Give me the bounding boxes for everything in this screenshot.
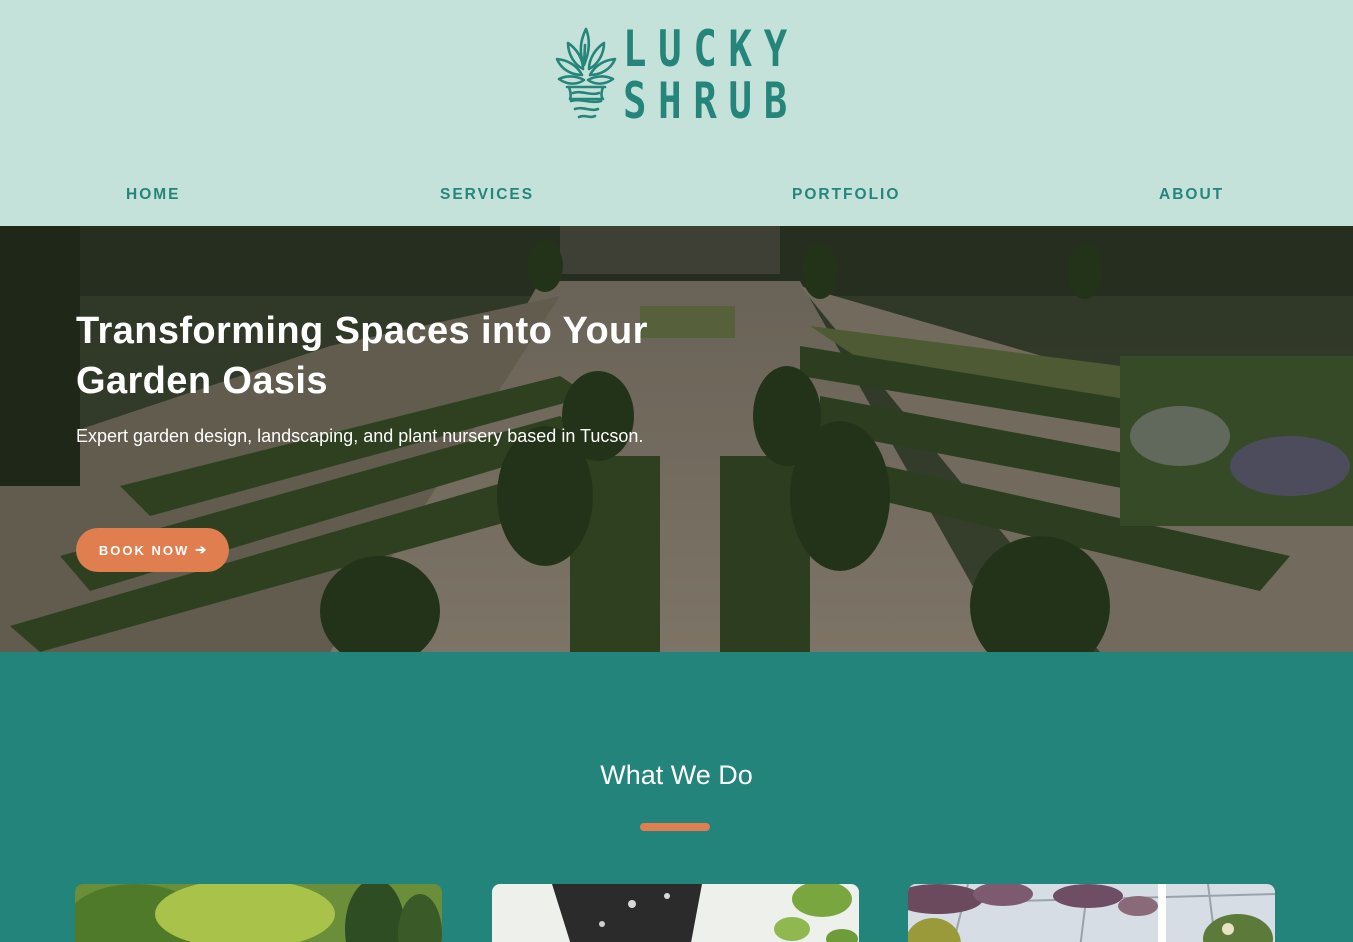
brand-name-line1: LUCKY (623, 20, 799, 78)
potted-plant-photo (492, 884, 859, 942)
nav-portfolio[interactable]: PORTFOLIO (792, 178, 900, 212)
brand-name-line2: SHRUB (623, 72, 799, 130)
site-header: LUCKY SHRUB HOME SERVICES PORTFOLIO ABOU… (0, 0, 1353, 226)
logo[interactable]: LUCKY SHRUB (553, 20, 803, 130)
arrow-right-icon: ➔ (195, 542, 207, 557)
potted-plant-icon (555, 27, 617, 119)
service-card-nursery[interactable] (492, 884, 859, 942)
hero-section: Transforming Spaces into Your Garden Oas… (0, 226, 1353, 652)
section-title: What We Do (600, 760, 753, 790)
section-title-underline (640, 823, 710, 831)
greenhouse-hanging-baskets-photo (908, 884, 1275, 942)
service-card-greenhouse[interactable] (908, 884, 1275, 942)
hero-title: Transforming Spaces into Your Garden Oas… (76, 310, 648, 402)
brand-name: LUCKY SHRUB (623, 24, 849, 126)
service-card-garden[interactable] (75, 884, 442, 942)
book-now-button[interactable]: BOOK NOW ➔ (76, 528, 229, 572)
nav-home[interactable]: HOME (126, 178, 181, 212)
main-nav: HOME SERVICES PORTFOLIO ABOUT (0, 178, 1353, 212)
nav-services[interactable]: SERVICES (440, 178, 534, 212)
services-section: What We Do (0, 652, 1353, 942)
book-now-label: BOOK NOW (98, 542, 190, 558)
garden-trees-photo (75, 884, 442, 942)
hero-subtitle: Expert garden design, landscaping, and p… (76, 426, 644, 446)
nav-about[interactable]: ABOUT (1159, 178, 1224, 212)
